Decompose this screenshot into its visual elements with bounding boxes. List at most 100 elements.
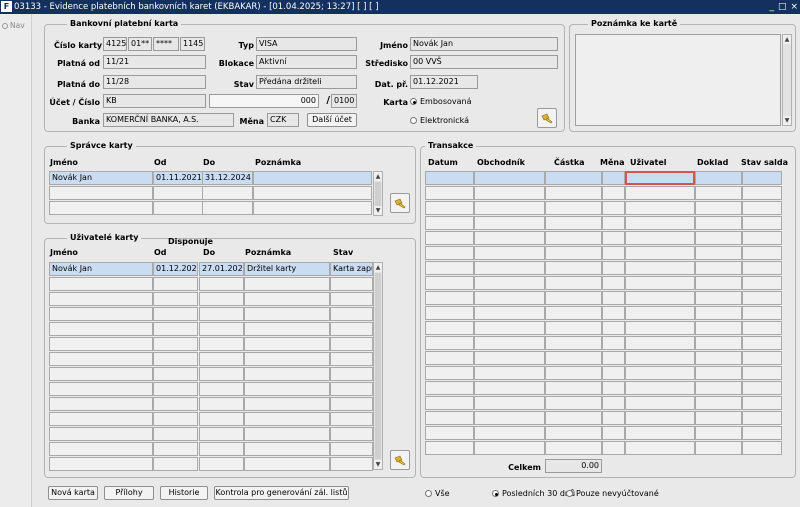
user-note-cell[interactable] [244, 397, 330, 411]
trans-currency-cell[interactable] [602, 186, 625, 200]
close-button[interactable]: × [790, 0, 798, 14]
trans-document-cell[interactable] [695, 351, 742, 365]
trans-amount-cell[interactable] [545, 351, 602, 365]
trans-date-cell[interactable] [425, 231, 474, 245]
trans-document-cell[interactable] [695, 261, 742, 275]
trans-state-cell[interactable] [742, 231, 782, 245]
minimize-button[interactable]: _ [769, 0, 774, 14]
user-to-cell[interactable] [199, 412, 244, 426]
trans-user-cell[interactable] [625, 276, 695, 290]
admin-name-cell[interactable]: Novák Jan [49, 171, 153, 185]
trans-document-cell[interactable] [695, 231, 742, 245]
user-state-cell[interactable] [330, 412, 373, 426]
trans-amount-cell[interactable] [545, 291, 602, 305]
trans-amount-cell[interactable] [545, 276, 602, 290]
history-button[interactable]: Historie [160, 486, 208, 500]
user-from-cell[interactable] [153, 367, 198, 381]
trans-date-cell[interactable] [425, 411, 474, 425]
user-to-cell[interactable] [199, 427, 244, 441]
admin-name-cell[interactable] [49, 186, 153, 200]
trans-state-cell[interactable] [742, 381, 782, 395]
trans-amount-cell[interactable] [545, 441, 602, 455]
user-note-cell[interactable] [244, 352, 330, 366]
trans-user-cell[interactable] [625, 441, 695, 455]
user-to-cell[interactable] [199, 367, 244, 381]
trans-date-cell[interactable] [425, 246, 474, 260]
user-name-cell[interactable] [49, 397, 153, 411]
next-account-button[interactable]: Další účet [307, 113, 357, 127]
trans-user-cell[interactable] [625, 186, 695, 200]
user-note-cell[interactable] [244, 367, 330, 381]
user-to-cell[interactable] [199, 397, 244, 411]
user-to-cell[interactable] [199, 277, 244, 291]
user-from-cell[interactable] [153, 382, 198, 396]
name-field[interactable]: Novák Jan [410, 37, 558, 51]
user-to-cell[interactable] [199, 442, 244, 456]
trans-user-cell[interactable] [625, 351, 695, 365]
trans-amount-cell[interactable] [545, 321, 602, 335]
user-from-cell[interactable] [153, 277, 198, 291]
user-note-cell[interactable] [244, 382, 330, 396]
trans-date-cell[interactable] [425, 291, 474, 305]
filter-last30-radio[interactable]: Posledních 30 dnů [492, 489, 575, 498]
card-number-part-2[interactable]: 01** [128, 37, 152, 51]
maximize-button[interactable]: □ [778, 0, 787, 14]
trans-merchant-cell[interactable] [474, 396, 545, 410]
user-note-cell[interactable] [244, 337, 330, 351]
user-state-cell[interactable] [330, 292, 373, 306]
trans-date-cell[interactable] [425, 381, 474, 395]
admin-name-cell[interactable] [49, 201, 153, 215]
admin-from-cell[interactable] [153, 201, 203, 215]
trans-user-cell[interactable] [625, 231, 695, 245]
trans-state-cell[interactable] [742, 246, 782, 260]
scroll-up-icon[interactable]: ▲ [374, 263, 382, 272]
trans-document-cell[interactable] [695, 336, 742, 350]
filter-unsettled-radio[interactable]: Pouze nevyúčtované [566, 489, 659, 498]
note-textarea[interactable] [575, 34, 781, 126]
trans-user-cell[interactable] [625, 336, 695, 350]
user-name-cell[interactable] [49, 427, 153, 441]
user-from-cell[interactable]: 01.12.2021 [153, 262, 198, 276]
user-note-cell[interactable] [244, 427, 330, 441]
account-prefix-field[interactable]: KB [103, 94, 206, 108]
user-note-cell[interactable] [244, 307, 330, 321]
trans-user-cell[interactable] [625, 306, 695, 320]
trans-currency-cell[interactable] [602, 231, 625, 245]
user-from-cell[interactable] [153, 442, 198, 456]
trans-user-cell[interactable] [625, 246, 695, 260]
user-from-cell[interactable] [153, 307, 198, 321]
trans-amount-cell[interactable] [545, 381, 602, 395]
trans-date-cell[interactable] [425, 396, 474, 410]
check-generation-button[interactable]: Kontrola pro generování zál. listů [214, 486, 349, 500]
card-kind-embossed-radio[interactable]: Embosovaná [410, 97, 472, 106]
admin-from-cell[interactable] [153, 186, 203, 200]
trans-user-cell[interactable] [625, 396, 695, 410]
trans-user-cell[interactable] [625, 291, 695, 305]
trans-currency-cell[interactable] [602, 441, 625, 455]
scroll-down-icon[interactable]: ▼ [374, 206, 382, 215]
card-number-part-3[interactable]: **** [153, 37, 179, 51]
trans-amount-cell[interactable] [545, 231, 602, 245]
trans-merchant-cell[interactable] [474, 291, 545, 305]
trans-merchant-cell[interactable] [474, 201, 545, 215]
user-note-cell[interactable]: Držitel karty [244, 262, 330, 276]
trans-state-cell[interactable] [742, 366, 782, 380]
trans-currency-cell[interactable] [602, 411, 625, 425]
user-name-cell[interactable] [49, 337, 153, 351]
trans-document-cell[interactable] [695, 396, 742, 410]
trans-merchant-cell[interactable] [474, 276, 545, 290]
user-to-cell[interactable]: 27.01.2028 [199, 262, 244, 276]
trans-document-cell[interactable] [695, 276, 742, 290]
trans-merchant-cell[interactable] [474, 336, 545, 350]
user-state-cell[interactable]: Karta zapů [330, 262, 373, 276]
trans-user-cell[interactable] [625, 321, 695, 335]
admin-to-cell[interactable] [202, 201, 253, 215]
trans-merchant-cell[interactable] [474, 441, 545, 455]
trans-user-cell[interactable] [625, 381, 695, 395]
trans-date-cell[interactable] [425, 351, 474, 365]
trans-amount-cell[interactable] [545, 186, 602, 200]
trans-merchant-cell[interactable] [474, 246, 545, 260]
user-from-cell[interactable] [153, 412, 198, 426]
trans-currency-cell[interactable] [602, 336, 625, 350]
trans-currency-cell[interactable] [602, 381, 625, 395]
